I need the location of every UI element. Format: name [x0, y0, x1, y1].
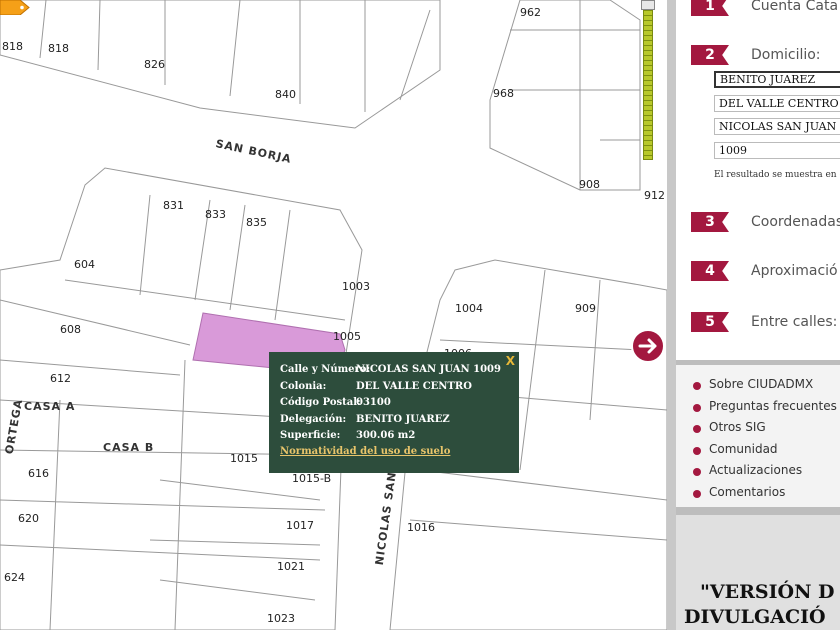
- land-use-link[interactable]: Normatividad del uso de suelo: [280, 446, 450, 457]
- info-key: Superficie:: [280, 430, 341, 441]
- parcel-label: 818: [2, 40, 23, 53]
- close-icon[interactable]: X: [506, 354, 515, 368]
- version-line: "VERSIÓN D: [700, 581, 835, 603]
- step-title: Coordenadas: [751, 214, 840, 230]
- street-label: CASA A: [24, 400, 76, 413]
- parcel-label: 840: [275, 88, 296, 101]
- delegacion-select[interactable]: BENITO JUAREZ: [714, 71, 840, 88]
- bullet-icon: [693, 490, 701, 498]
- parcel-label: 608: [60, 323, 81, 336]
- info-key: Colonia:: [280, 381, 327, 392]
- lot-lines: [510, 0, 640, 190]
- link-label: Sobre CIUDADMX: [709, 377, 814, 391]
- parcel-label: 962: [520, 6, 541, 19]
- step-number: 2: [691, 45, 729, 65]
- bullet-icon: [693, 468, 701, 476]
- parcel-label: 1004: [455, 302, 483, 315]
- colonia-select[interactable]: DEL VALLE CENTRO: [714, 95, 840, 112]
- link-label: Preguntas frecuentes: [709, 399, 837, 413]
- block-outline: [0, 0, 441, 129]
- zoom-slider-handle[interactable]: [641, 0, 655, 10]
- parcel-label: 912: [644, 189, 665, 202]
- parcel-label: 831: [163, 199, 184, 212]
- version-line: DIVULGACIÓ: [684, 606, 826, 628]
- map-view[interactable]: 962 818 818 826 840 968 908 912 831 833 …: [0, 0, 667, 630]
- parcel-label: 818: [48, 42, 69, 55]
- parcel-label: 835: [246, 216, 267, 229]
- step-number: 3: [691, 212, 729, 232]
- parcel-label: 1015: [230, 452, 258, 465]
- location-marker-icon[interactable]: [0, 0, 30, 15]
- step-number: 4: [691, 261, 729, 281]
- info-value: NICOLAS SAN JUAN 1009: [356, 364, 501, 375]
- info-value: DEL VALLE CENTRO: [356, 381, 472, 392]
- parcel-label: 909: [575, 302, 596, 315]
- map-canvas: [0, 0, 667, 630]
- lot-lines: [39, 0, 431, 112]
- info-key: Código Postal:: [280, 397, 361, 408]
- parcel-label: 1023: [267, 612, 295, 625]
- panel-divider: [667, 0, 676, 630]
- parcel-label: 1016: [407, 521, 435, 534]
- info-links-list: Sobre CIUDADMX Preguntas frecuentes Otro…: [676, 360, 840, 515]
- bullet-icon: [693, 382, 701, 390]
- zoom-slider[interactable]: [643, 0, 653, 160]
- calle-select[interactable]: NICOLAS SAN JUAN: [714, 118, 840, 135]
- step-title: Entre calles:: [751, 314, 838, 330]
- parcel-info-popup: X Calle y Número: NICOLAS SAN JUAN 1009 …: [269, 352, 519, 473]
- link-label: Otros SIG: [709, 420, 766, 434]
- parcel-label: 620: [18, 512, 39, 525]
- step-number: 1: [691, 0, 729, 16]
- numero-select[interactable]: 1009: [714, 142, 840, 159]
- parcel-label: 1003: [342, 280, 370, 293]
- parcel-label: 604: [74, 258, 95, 271]
- version-banner: "VERSIÓN D DIVULGACIÓ: [676, 515, 840, 630]
- street-label: CASA B: [103, 441, 155, 454]
- info-value: 300.06 m2: [356, 430, 416, 441]
- step-title: Aproximació: [751, 263, 838, 279]
- link-label: Comunidad: [709, 442, 778, 456]
- parcel-label: 1015-B: [292, 472, 332, 485]
- bullet-icon: [693, 447, 701, 455]
- arrow-right-icon[interactable]: [631, 329, 665, 363]
- step-title: Cuenta Cata: [751, 0, 839, 14]
- parcel-label: 833: [205, 208, 226, 221]
- step-number: 5: [691, 312, 729, 332]
- bullet-icon: [693, 425, 701, 433]
- info-value: 03100: [356, 397, 391, 408]
- bullet-icon: [693, 404, 701, 412]
- parcel-label: 1017: [286, 519, 314, 532]
- parcel-label: 1005: [333, 330, 361, 343]
- link-label: Actualizaciones: [709, 463, 803, 477]
- parcel-label: 968: [493, 87, 514, 100]
- parcel-label: 612: [50, 372, 71, 385]
- parcel-label: 616: [28, 467, 49, 480]
- parcel-label: 1021: [277, 560, 305, 573]
- search-panel: 1 Cuenta Cata 2 Domicilio: BENITO JUAREZ…: [676, 0, 840, 630]
- parcel-label: 908: [579, 178, 600, 191]
- step-title: Domicilio:: [751, 47, 821, 63]
- link-label: Comentarios: [709, 485, 786, 499]
- result-note: El resultado se muestra en e: [714, 170, 840, 180]
- info-key: Delegación:: [280, 414, 347, 425]
- info-value: BENITO JUAREZ: [356, 414, 450, 425]
- parcel-label: 826: [144, 58, 165, 71]
- parcel-label: 624: [4, 571, 25, 584]
